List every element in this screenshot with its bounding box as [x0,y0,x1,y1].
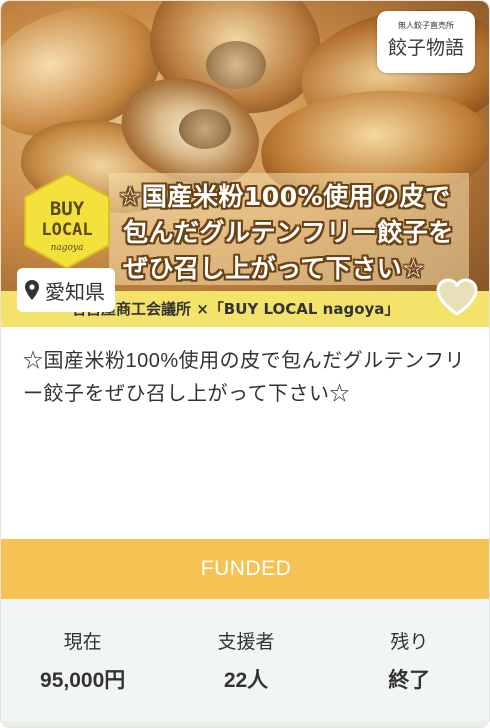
heart-icon [436,278,478,316]
stat-value: 22人 [223,669,269,692]
stat-label: 現在 [63,632,102,653]
stat-label: 支援者 [217,632,275,653]
brand-name: 餃子物語 [387,37,464,59]
stat-value: 95,000円 [40,669,126,692]
location-label: 愛知県 [45,281,105,304]
gyoza-filling [206,41,266,89]
hero-footer-credit: 名古屋商工会議所 ×「BUY LOCAL nagoya」 [71,300,400,318]
hero-headline-line-1: ☆国産米粉100%使用の皮で [119,182,451,211]
location-tag: 愛知県 [17,268,115,312]
project-title[interactable]: ☆国産米粉100%使用の皮で包んだグルテンフリー餃子をぜひ召し上がって下さい☆ [23,345,473,411]
stat-remaining: 残り 終了 [328,599,489,721]
project-stats: 現在 95,000円 支援者 22人 残り 終了 [1,599,489,721]
brand-subtitle: 無人餃子直売所 [398,21,454,30]
map-pin-icon [25,279,41,301]
gyoza-monogatari-logo: 無人餃子直売所 餃子物語 [377,11,475,73]
buy-local-text-1: BUY [49,198,85,220]
hero-headline-line-2: 包んだグルテンフリー餃子を [123,218,454,247]
status-label: FUNDED [200,557,292,580]
stat-label: 残り [390,632,429,653]
stat-current-amount: 現在 95,000円 [1,599,164,721]
gyoza-filling [179,109,231,149]
buy-local-badge: BUY LOCAL nagoya [17,171,117,271]
hero-headline-line-3: ぜひ召し上がって下さい☆ [123,254,426,283]
project-hero-image[interactable]: 無人餃子直売所 餃子物語 ☆国産米粉100%使用の皮で 包んだグルテンフリー餃子… [1,1,489,327]
card-bottom-edge [1,721,489,727]
funding-status-bar: FUNDED [1,539,489,599]
stat-value: 終了 [388,669,431,692]
stat-supporters: 支援者 22人 [164,599,327,721]
project-card[interactable]: 無人餃子直売所 餃子物語 ☆国産米粉100%使用の皮で 包んだグルテンフリー餃子… [0,0,490,728]
buy-local-text-3: nagoya [50,243,84,253]
buy-local-text-2: LOCAL [41,220,93,240]
favorite-button[interactable] [435,277,479,317]
